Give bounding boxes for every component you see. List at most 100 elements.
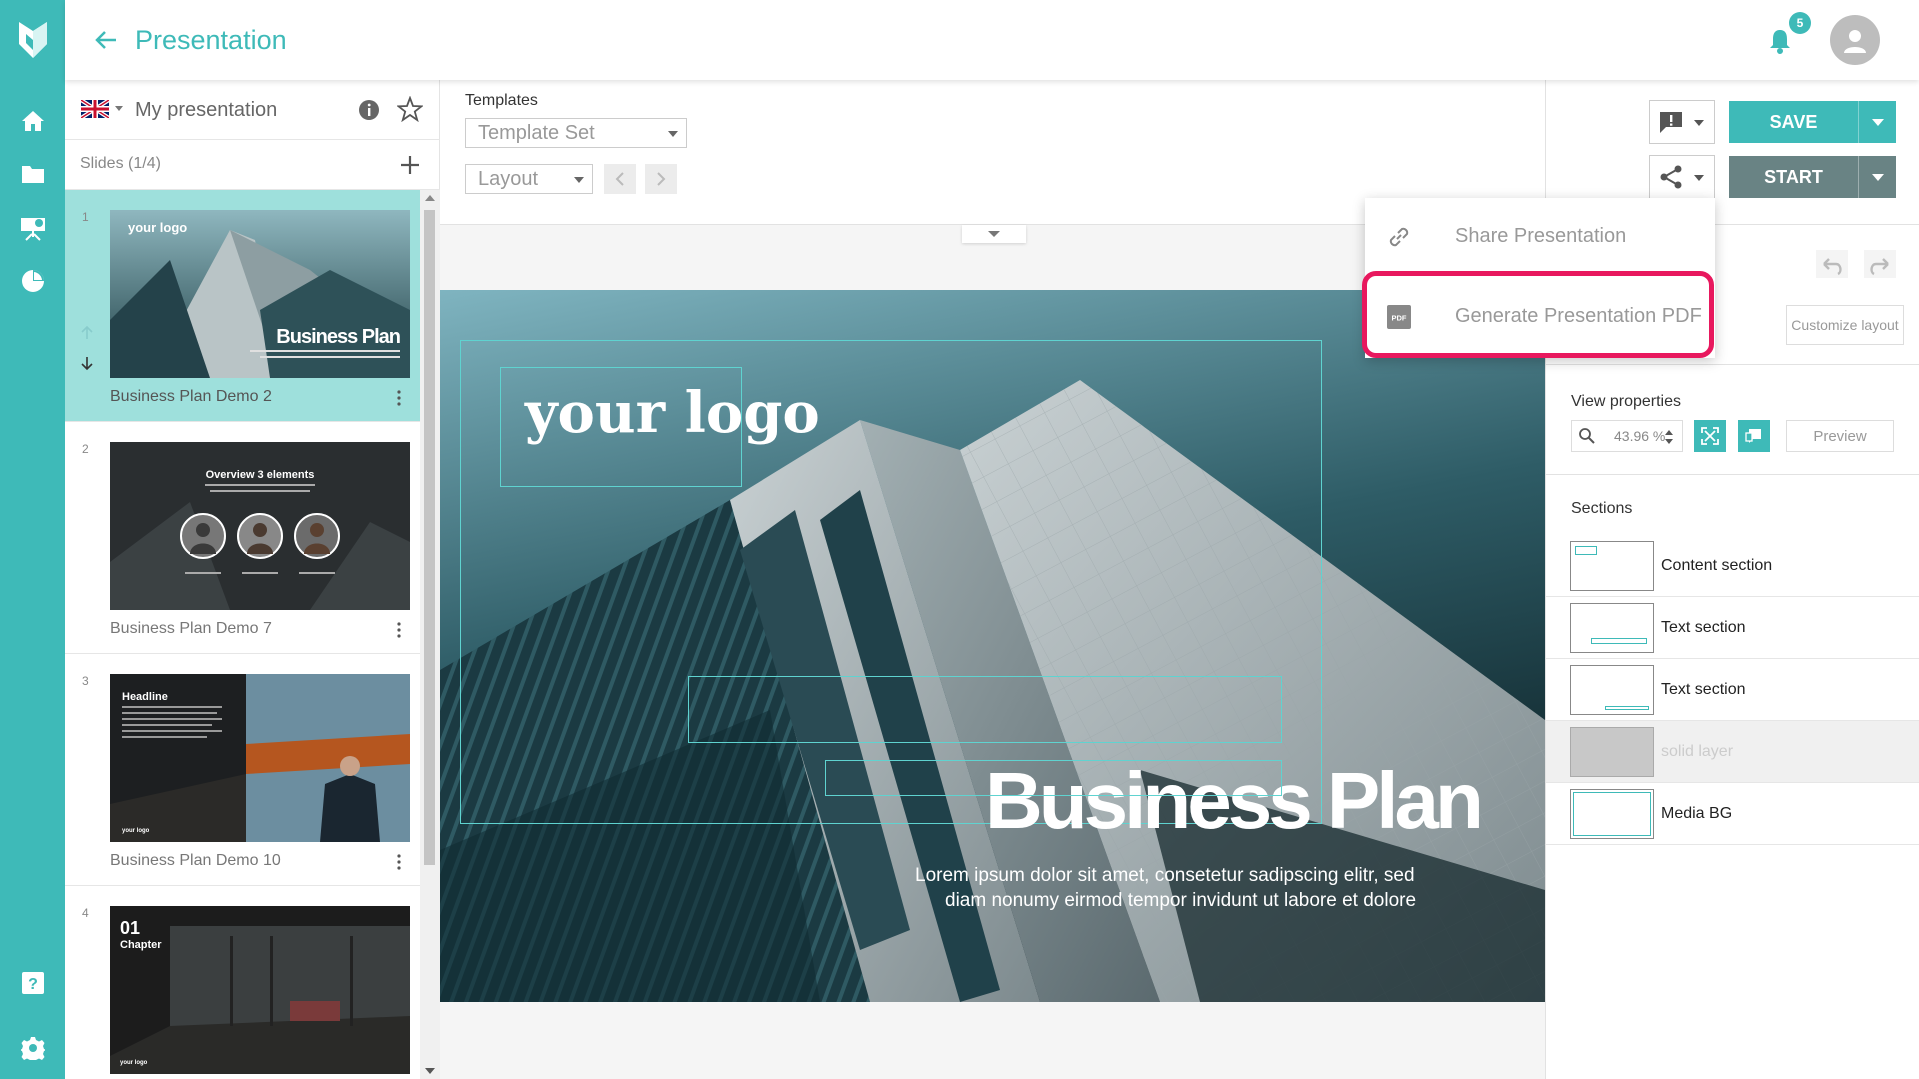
headline-outline[interactable] xyxy=(688,676,1282,743)
share-presentation-label: Share Presentation xyxy=(1455,225,1627,247)
slide-thumbnail[interactable]: Headline your logo xyxy=(110,674,410,842)
slide-thumbnail[interactable]: Overview 3 elements xyxy=(110,442,410,610)
folder-icon[interactable] xyxy=(0,148,65,200)
section-thumbnail xyxy=(1570,665,1654,715)
collapse-toolbar-tab[interactable] xyxy=(962,225,1026,243)
start-button[interactable]: START xyxy=(1729,156,1896,198)
chevron-down-icon xyxy=(1694,120,1704,126)
sections-label: Sections xyxy=(1571,500,1633,517)
fit-screen-button[interactable] xyxy=(1694,420,1726,452)
slide-number: 4 xyxy=(82,906,89,920)
comment-button[interactable] xyxy=(1649,100,1715,144)
template-set-select[interactable]: Template Set xyxy=(465,118,687,148)
save-options-caret[interactable] xyxy=(1858,101,1896,143)
gear-icon[interactable] xyxy=(0,1022,65,1074)
scroll-down-icon[interactable] xyxy=(425,1068,435,1074)
section-row[interactable]: Text section xyxy=(1546,597,1919,659)
zoom-stepper-icon[interactable] xyxy=(1664,427,1674,447)
share-presentation-item[interactable]: Share Presentation xyxy=(1365,198,1715,276)
scroll-thumb[interactable] xyxy=(424,210,435,865)
top-header: Presentation 5 xyxy=(65,0,1919,80)
highlight-annotation xyxy=(1362,271,1714,358)
template-set-value: Template Set xyxy=(478,122,595,144)
slide-canvas[interactable]: your logo Business Plan Lorem ipsum dolo… xyxy=(440,290,1545,1002)
slide-item[interactable]: 2 Overview 3 elements Business Plan Demo… xyxy=(65,422,420,654)
more-vertical-icon[interactable] xyxy=(391,388,407,408)
slide-body-line-2[interactable]: diam nonumy eirmod tempor invidunt ut la… xyxy=(945,890,1416,912)
body-text-outline[interactable] xyxy=(825,760,1282,796)
more-vertical-icon[interactable] xyxy=(391,852,407,872)
share-icon xyxy=(1660,165,1682,189)
more-vertical-icon[interactable] xyxy=(391,620,407,640)
slide-body-line-1[interactable]: Lorem ipsum dolor sit amet, consetetur s… xyxy=(915,865,1415,887)
back-arrow-icon[interactable] xyxy=(90,24,122,56)
move-up-icon[interactable] xyxy=(79,325,95,341)
preview-button[interactable]: Preview xyxy=(1786,420,1894,452)
comment-view-button[interactable] xyxy=(1738,420,1770,452)
slide-number: 1 xyxy=(82,210,89,224)
plus-icon[interactable] xyxy=(397,152,423,178)
section-row[interactable]: Content section xyxy=(1546,535,1919,597)
slide-name: Business Plan Demo 2 xyxy=(110,388,272,405)
section-row[interactable]: Media BG xyxy=(1546,783,1919,845)
slide-name: Business Plan Demo 7 xyxy=(110,620,272,637)
layout-select[interactable]: Layout xyxy=(465,164,593,194)
section-name: Text section xyxy=(1661,681,1746,698)
section-name: Media BG xyxy=(1661,805,1733,822)
section-name: Content section xyxy=(1661,557,1773,574)
view-properties: View properties 43.96 % Preview xyxy=(1546,365,1919,475)
chevron-down-icon xyxy=(1694,175,1704,181)
info-icon[interactable] xyxy=(357,98,381,122)
section-row[interactable]: solid layer xyxy=(1546,721,1919,783)
templates-label: Templates xyxy=(465,92,538,109)
presentation-icon[interactable] xyxy=(0,202,65,254)
prev-layout-button[interactable] xyxy=(604,164,636,194)
presentation-name[interactable]: My presentation xyxy=(135,99,277,122)
slide-logo-text[interactable]: your logo xyxy=(525,380,820,446)
notification-badge: 5 xyxy=(1789,12,1811,34)
slide-item[interactable]: 4 01 Chapter your logo xyxy=(65,886,420,1079)
move-down-icon[interactable] xyxy=(79,355,95,371)
slide-thumbnail[interactable]: your logo Business Plan xyxy=(110,210,410,378)
logo-icon[interactable] xyxy=(0,0,65,80)
next-layout-button[interactable] xyxy=(645,164,677,194)
slide-panel: My presentation Slides (1/4) 1 your logo… xyxy=(65,80,440,1079)
bell-icon[interactable] xyxy=(1765,26,1795,56)
uk-flag-icon[interactable] xyxy=(81,100,109,118)
redo-icon[interactable] xyxy=(1864,250,1896,278)
section-row[interactable]: Text section xyxy=(1546,659,1919,721)
slide-number: 2 xyxy=(82,442,89,456)
slide-name: Business Plan Demo 10 xyxy=(110,852,281,869)
app-rail: ? xyxy=(0,0,65,1079)
fullscreen-icon xyxy=(1701,427,1719,445)
slide-item[interactable]: 3 Headline your logo Business Plan Demo … xyxy=(65,654,420,886)
help-icon[interactable]: ? xyxy=(0,957,65,1009)
zoom-input[interactable]: 43.96 % xyxy=(1571,420,1683,452)
start-options-caret[interactable] xyxy=(1858,156,1896,198)
slides-header: Slides (1/4) xyxy=(65,140,440,190)
customize-layout-button[interactable]: Customize layout xyxy=(1786,305,1904,345)
scroll-up-icon[interactable] xyxy=(425,195,435,201)
pie-chart-icon[interactable] xyxy=(0,255,65,307)
comment-icon xyxy=(1660,112,1682,133)
user-icon[interactable] xyxy=(1830,15,1880,65)
save-button[interactable]: SAVE xyxy=(1729,101,1896,143)
language-caret-icon[interactable] xyxy=(115,106,123,111)
thumb-logo: your logo xyxy=(120,1060,148,1066)
undo-icon[interactable] xyxy=(1816,250,1848,278)
thumb-title: Chapter xyxy=(120,939,162,951)
presentation-row: My presentation xyxy=(65,80,440,140)
share-button[interactable] xyxy=(1649,155,1715,199)
slides-count: Slides (1/4) xyxy=(80,155,161,172)
page-title: Presentation xyxy=(135,25,287,55)
home-icon[interactable] xyxy=(0,95,65,147)
start-button-label: START xyxy=(1764,166,1823,187)
slide-number: 3 xyxy=(82,674,89,688)
slide-list-scrollbar[interactable] xyxy=(420,190,440,1079)
star-icon[interactable] xyxy=(397,96,423,122)
slide-item[interactable]: 1 your logo Business Plan Business Plan … xyxy=(65,190,420,422)
comment-view-icon xyxy=(1745,429,1761,443)
slide-thumbnail[interactable]: 01 Chapter your logo xyxy=(110,906,410,1074)
section-name: solid layer xyxy=(1661,743,1734,760)
magnifier-icon xyxy=(1579,428,1595,444)
